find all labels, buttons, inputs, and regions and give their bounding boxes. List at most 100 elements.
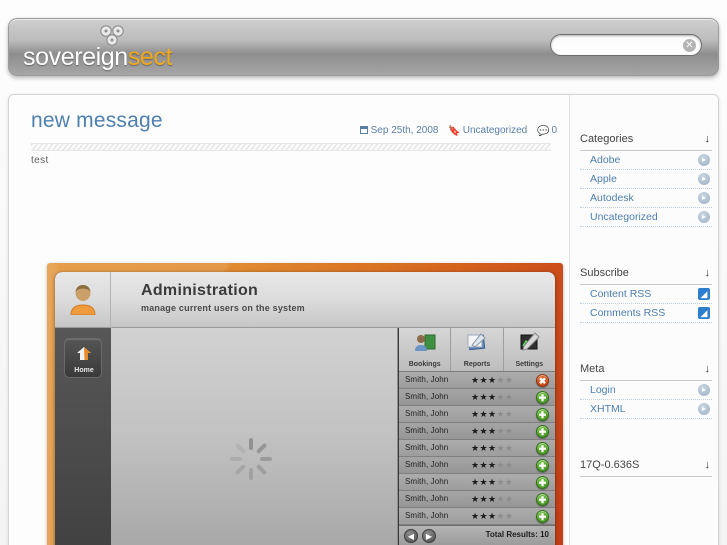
row-rating-stars[interactable]: ★★★★★ — [471, 442, 513, 454]
table-row[interactable]: Smith, John ★★★★★ ✚ — [399, 508, 555, 525]
table-row[interactable]: Smith, John ★★★★★ ✚ — [399, 457, 555, 474]
tab-reports[interactable]: Reports — [451, 328, 504, 371]
add-circle-icon[interactable]: ✚ — [536, 442, 549, 455]
tab-bookings[interactable]: Bookings — [399, 328, 452, 371]
table-row[interactable]: Smith, John ★★★★★ ✚ — [399, 474, 555, 491]
sidebar-item-login[interactable]: Login ▸ — [580, 381, 712, 400]
sidebar-item-label: Uncategorized — [590, 211, 658, 223]
table-row[interactable]: Smith, John ★★★★★ ✚ — [399, 440, 555, 457]
post-category[interactable]: Uncategorized — [463, 125, 527, 136]
content-column: new message Sep 25th, 2008 🔖 Uncategorize… — [9, 95, 569, 545]
chevron-circle-icon[interactable]: ▸ — [698, 192, 710, 204]
sidebar-widget-title: 17Q-0.636S — [580, 459, 640, 471]
add-circle-icon[interactable]: ✚ — [536, 459, 549, 472]
post-image-admin-screenshot[interactable]: Administration manage current users on t… — [47, 263, 563, 545]
post-meta: Sep 25th, 2008 🔖 Uncategorized 💬 0 — [359, 125, 557, 137]
admin-right-panel: Bookings Reports Settings Smith, John ★★… — [399, 328, 555, 545]
sidebar-item-uncategorized[interactable]: Uncategorized ▸ — [580, 208, 712, 227]
remove-circle-icon[interactable]: ✖ — [536, 374, 549, 387]
user-avatar-icon — [69, 283, 97, 316]
row-rating-stars[interactable]: ★★★★★ — [471, 408, 513, 420]
site-logo[interactable]: sovereignsect — [23, 21, 253, 75]
chevron-circle-icon[interactable]: ▸ — [698, 154, 710, 166]
collapse-arrow-icon[interactable]: ↓ — [705, 363, 711, 375]
row-rating-stars[interactable]: ★★★★★ — [471, 425, 513, 437]
reports-icon — [466, 332, 488, 352]
rss-feed-icon[interactable]: ◢ — [698, 288, 710, 300]
table-row[interactable]: Smith, John ★★★★★ ✖ — [399, 372, 555, 389]
sidebar-widget-header: Subscribe ↓ — [580, 265, 712, 285]
row-rating-stars[interactable]: ★★★★★ — [471, 374, 513, 386]
sidebar-widget-header: Categories ↓ — [580, 131, 712, 151]
table-row[interactable]: Smith, John ★★★★★ ✚ — [399, 406, 555, 423]
chevron-circle-icon[interactable]: ▸ — [698, 403, 710, 415]
logo-primary: sovereign — [23, 43, 128, 71]
table-row[interactable]: Smith, John ★★★★★ ✚ — [399, 389, 555, 406]
add-circle-icon[interactable]: ✚ — [536, 408, 549, 421]
search-input[interactable] — [560, 35, 678, 55]
admin-left-rail: Home — [55, 328, 111, 545]
add-circle-icon[interactable]: ✚ — [536, 510, 549, 523]
site-logo-text: sovereignsect — [23, 43, 172, 71]
sidebar-widget: Subscribe ↓ Content RSS ◢ Comments RSS ◢ — [580, 265, 712, 323]
bookings-icon — [414, 332, 436, 352]
comment-bubble-icon: 💬 — [536, 126, 550, 137]
sidebar-item-comments-rss[interactable]: Comments RSS ◢ — [580, 304, 712, 323]
divider — [31, 143, 551, 151]
sidebar-widget: Categories ↓ Adobe ▸ Apple ▸ Autodesk ▸ Uncatego… — [580, 131, 712, 227]
chevron-circle-icon[interactable]: ▸ — [698, 384, 710, 396]
home-icon — [75, 344, 93, 362]
post-comment-count[interactable]: 0 — [551, 125, 557, 136]
sidebar-widget: Meta ↓ Login ▸ XHTML ▸ — [580, 361, 712, 419]
page-container: new message Sep 25th, 2008 🔖 Uncategorize… — [8, 94, 719, 545]
table-row[interactable]: Smith, John ★★★★★ ✚ — [399, 491, 555, 508]
sidebar-item-label: XHTML — [590, 403, 626, 415]
collapse-arrow-icon[interactable]: ↓ — [705, 267, 711, 279]
search-box[interactable]: ✕ — [550, 34, 702, 56]
sidebar-item-adobe[interactable]: Adobe ▸ — [580, 151, 712, 170]
prev-arrow-icon[interactable]: ◀ — [404, 529, 418, 543]
tag-icon: 🔖 — [448, 126, 461, 137]
tab-settings-label: Settings — [515, 361, 544, 368]
sidebar-item-apple[interactable]: Apple ▸ — [580, 170, 712, 189]
next-arrow-icon[interactable]: ▶ — [422, 529, 436, 543]
add-circle-icon[interactable]: ✚ — [536, 391, 549, 404]
tab-bookings-label: Bookings — [408, 361, 441, 368]
row-user-name: Smith, John — [405, 477, 449, 486]
row-user-name: Smith, John — [405, 443, 449, 452]
sidebar-item-content-rss[interactable]: Content RSS ◢ — [580, 285, 712, 304]
admin-subtitle: manage current users on the system — [141, 303, 305, 313]
add-circle-icon[interactable]: ✚ — [536, 425, 549, 438]
row-rating-stars[interactable]: ★★★★★ — [471, 459, 513, 471]
sidebar-item-autodesk[interactable]: Autodesk ▸ — [580, 189, 712, 208]
row-user-name: Smith, John — [405, 409, 449, 418]
table-row[interactable]: Smith, John ★★★★★ ✚ — [399, 423, 555, 440]
add-circle-icon[interactable]: ✚ — [536, 476, 549, 489]
sidebar-widget-title: Meta — [580, 363, 605, 375]
calendar-icon — [359, 126, 368, 134]
admin-app-window: Administration manage current users on t… — [55, 272, 555, 545]
row-rating-stars[interactable]: ★★★★★ — [471, 510, 513, 522]
home-button-label: Home — [74, 367, 94, 374]
row-rating-stars[interactable]: ★★★★★ — [471, 476, 513, 488]
collapse-arrow-icon[interactable]: ↓ — [705, 133, 711, 145]
add-circle-icon[interactable]: ✚ — [536, 493, 549, 506]
chevron-circle-icon[interactable]: ▸ — [698, 173, 710, 185]
logo-accent: sect — [127, 43, 173, 71]
collapse-arrow-icon[interactable]: ↓ — [705, 459, 711, 471]
tab-settings[interactable]: Settings — [504, 328, 555, 371]
clear-circle-icon[interactable]: ✕ — [683, 39, 696, 52]
row-rating-stars[interactable]: ★★★★★ — [471, 391, 513, 403]
sidebar-widget: 17Q-0.636S ↓ — [580, 457, 712, 477]
settings-icon — [518, 332, 541, 352]
tab-reports-label: Reports — [463, 361, 491, 368]
row-user-name: Smith, John — [405, 494, 449, 503]
loading-spinner-icon — [228, 436, 274, 482]
sidebar-item-xhtml[interactable]: XHTML ▸ — [580, 400, 712, 419]
chevron-circle-icon[interactable]: ▸ — [698, 211, 710, 223]
rss-feed-icon[interactable]: ◢ — [698, 307, 710, 319]
row-rating-stars[interactable]: ★★★★★ — [471, 493, 513, 505]
row-user-name: Smith, John — [405, 460, 449, 469]
home-button[interactable]: Home — [64, 338, 102, 378]
admin-workspace — [111, 328, 398, 545]
